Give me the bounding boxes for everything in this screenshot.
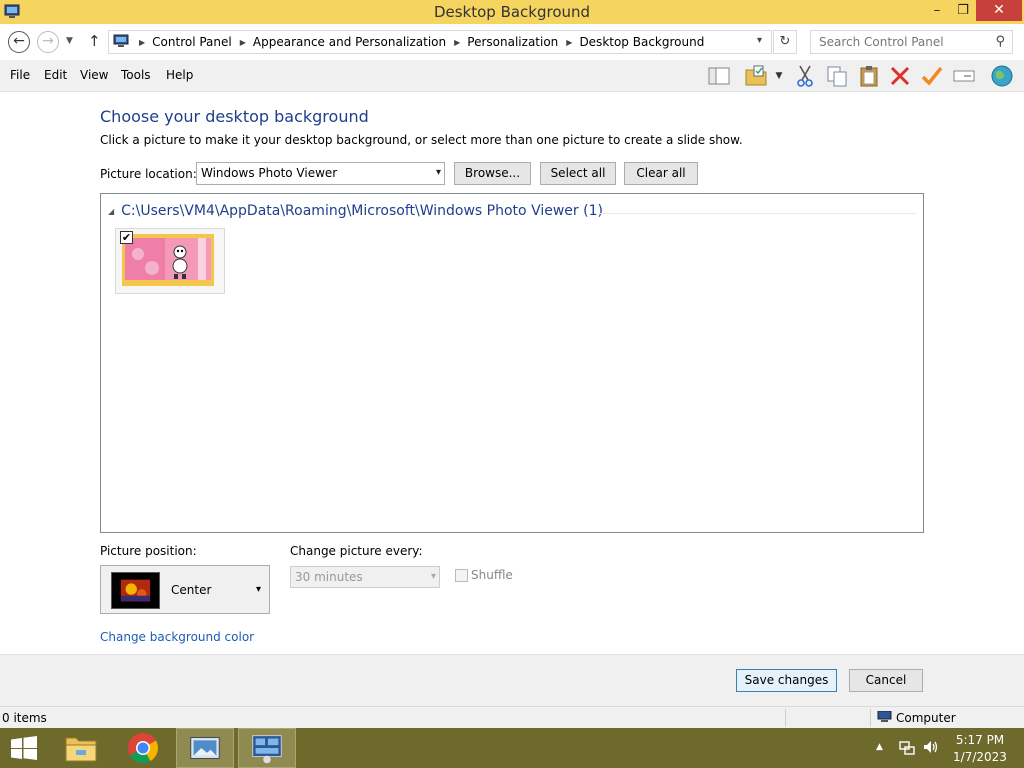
check-icon[interactable] bbox=[920, 64, 944, 88]
minimize-button[interactable]: – bbox=[924, 0, 950, 21]
paste-icon[interactable] bbox=[857, 64, 881, 88]
volume-icon[interactable] bbox=[922, 739, 938, 755]
dialog-footer: Save changes Cancel bbox=[0, 654, 1024, 706]
menu-view[interactable]: View bbox=[80, 68, 108, 82]
status-divider bbox=[785, 709, 786, 727]
breadcrumb-appearance[interactable]: Appearance and Personalization bbox=[253, 35, 446, 49]
menu-file[interactable]: File bbox=[10, 68, 30, 82]
clear-all-button[interactable]: Clear all bbox=[624, 162, 698, 185]
picture-location-value: Windows Photo Viewer bbox=[201, 166, 338, 180]
picture-location-dropdown[interactable]: Windows Photo Viewer ▾ bbox=[196, 162, 445, 185]
picture-location-label: Picture location: bbox=[100, 167, 197, 181]
chevron-right-icon[interactable]: ▶ bbox=[566, 38, 572, 47]
copy-icon[interactable] bbox=[825, 64, 849, 88]
layout-icon[interactable] bbox=[707, 64, 731, 88]
rename-icon[interactable] bbox=[952, 64, 976, 88]
up-button[interactable]: ↑ bbox=[88, 32, 101, 50]
chevron-down-icon[interactable]: ▼ bbox=[772, 64, 786, 88]
show-hidden-icons-button[interactable]: ▲ bbox=[876, 742, 883, 752]
wallpaper-image bbox=[122, 234, 214, 286]
search-icon: ⚲ bbox=[995, 34, 1005, 49]
menu-bar: File Edit View Tools Help ▼ bbox=[0, 60, 1024, 92]
page-title: Choose your desktop background bbox=[100, 107, 369, 126]
control-panel-icon bbox=[252, 735, 282, 764]
change-background-color-link[interactable]: Change background color bbox=[100, 630, 254, 644]
group-divider bbox=[599, 213, 917, 214]
chevron-right-icon: ▶ bbox=[139, 38, 146, 47]
taskbar-control-panel[interactable] bbox=[238, 728, 296, 768]
picture-thumbnail[interactable]: ✔ bbox=[115, 228, 225, 294]
photo-viewer-icon bbox=[190, 737, 220, 759]
main-content: Choose your desktop background Click a p… bbox=[0, 92, 1024, 654]
menu-tools[interactable]: Tools bbox=[121, 68, 151, 82]
properties-folder-icon[interactable] bbox=[744, 64, 768, 88]
cancel-button[interactable]: Cancel bbox=[849, 669, 923, 692]
title-bar: Desktop Background – ❐ ✕ bbox=[0, 0, 1024, 24]
picture-position-dropdown[interactable]: Center ▾ bbox=[100, 565, 270, 614]
thumbnail-checkbox[interactable]: ✔ bbox=[120, 231, 133, 244]
chevron-down-icon: ▾ bbox=[435, 167, 441, 178]
breadcrumb: ▶ Control Panel ▶ Appearance and Personaliz… bbox=[131, 35, 704, 49]
picture-position-label: Picture position: bbox=[100, 544, 197, 558]
maximize-button[interactable]: ❐ bbox=[950, 0, 976, 21]
picture-position-value: Center bbox=[171, 583, 212, 597]
change-interval-value: 30 minutes bbox=[295, 570, 363, 584]
window-title: Desktop Background bbox=[433, 3, 591, 21]
computer-icon bbox=[877, 711, 892, 722]
address-row: ← → ▼ ↑ ▶ Control Panel ▶ Appearance and Pe… bbox=[0, 24, 1024, 60]
search-input[interactable]: Search Control Panel ⚲ bbox=[810, 30, 1013, 54]
address-bar[interactable]: ▶ Control Panel ▶ Appearance and Personaliz… bbox=[108, 30, 772, 54]
windows-start-icon[interactable] bbox=[10, 736, 38, 760]
page-description: Click a picture to make it your desktop … bbox=[100, 133, 743, 147]
globe-icon[interactable] bbox=[990, 64, 1014, 88]
clock-date[interactable]: 1/7/2023 bbox=[950, 750, 1010, 764]
chrome-icon bbox=[128, 733, 159, 764]
select-all-button[interactable]: Select all bbox=[540, 162, 616, 185]
menu-help[interactable]: Help bbox=[166, 68, 193, 82]
shuffle-label: Shuffle bbox=[471, 568, 513, 582]
taskbar: ▲ 5:17 PM 1/7/2023 bbox=[0, 728, 1024, 768]
group-path: C:\Users\VM4\AppData\Roaming\Microsoft\W… bbox=[121, 203, 603, 219]
forward-button[interactable]: → bbox=[37, 31, 59, 53]
refresh-button[interactable]: ↻ bbox=[773, 30, 797, 54]
status-location: Computer bbox=[877, 711, 956, 725]
change-interval-label: Change picture every: bbox=[290, 544, 423, 558]
cut-icon[interactable] bbox=[793, 64, 817, 88]
chevron-down-icon: ▾ bbox=[256, 584, 262, 595]
breadcrumb-desktop-background[interactable]: Desktop Background bbox=[579, 35, 704, 49]
browse-button[interactable]: Browse... bbox=[454, 162, 531, 185]
change-interval-dropdown[interactable]: 30 minutes ▾ bbox=[290, 566, 440, 588]
chevron-down-icon[interactable]: ▾ bbox=[757, 35, 762, 46]
taskbar-photo-viewer[interactable] bbox=[176, 728, 234, 768]
chevron-right-icon[interactable]: ▶ bbox=[454, 38, 460, 47]
item-count: 0 items bbox=[2, 711, 47, 725]
taskbar-file-explorer[interactable] bbox=[52, 728, 110, 768]
back-button[interactable]: ← bbox=[8, 31, 30, 53]
menu-edit[interactable]: Edit bbox=[44, 68, 67, 82]
shuffle-checkbox[interactable] bbox=[455, 569, 468, 582]
chevron-right-icon[interactable]: ▶ bbox=[240, 38, 246, 47]
clock-time[interactable]: 5:17 PM bbox=[950, 733, 1010, 747]
save-changes-button[interactable]: Save changes bbox=[736, 669, 837, 692]
breadcrumb-personalization[interactable]: Personalization bbox=[467, 35, 558, 49]
network-icon[interactable] bbox=[899, 740, 915, 756]
taskbar-chrome[interactable] bbox=[114, 728, 172, 768]
search-placeholder: Search Control Panel bbox=[819, 35, 944, 49]
folder-icon bbox=[65, 737, 97, 762]
delete-icon[interactable] bbox=[888, 64, 912, 88]
status-divider bbox=[870, 709, 871, 727]
control-panel-icon bbox=[113, 34, 129, 47]
group-header[interactable]: ◢ C:\Users\VM4\AppData\Roaming\Microsoft\… bbox=[108, 203, 603, 219]
position-preview-image bbox=[111, 572, 160, 609]
picture-list[interactable]: ◢ C:\Users\VM4\AppData\Roaming\Microsoft\… bbox=[100, 193, 924, 533]
recent-locations-button[interactable]: ▼ bbox=[66, 36, 73, 46]
breadcrumb-control-panel[interactable]: Control Panel bbox=[152, 35, 232, 49]
close-button[interactable]: ✕ bbox=[976, 0, 1022, 21]
status-bar: 0 items Computer bbox=[0, 706, 1024, 728]
status-location-text: Computer bbox=[896, 711, 956, 725]
chevron-down-icon: ▾ bbox=[430, 571, 436, 582]
collapse-icon[interactable]: ◢ bbox=[108, 207, 114, 216]
